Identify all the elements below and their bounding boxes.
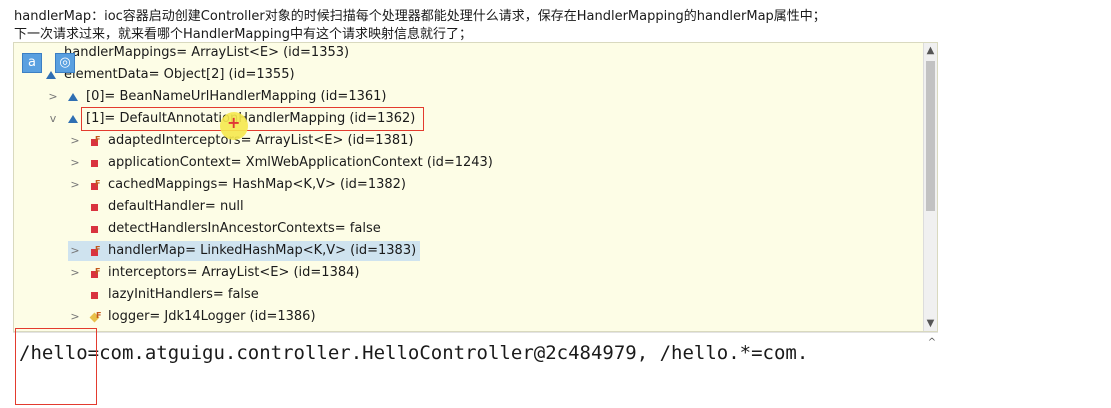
red-square-final-icon (88, 174, 102, 194)
detail-value-text[interactable]: /hello=com.atguigu.controller.HelloContr… (19, 341, 808, 365)
tree-row-label: logger= Jdk14Logger (id=1386) (108, 309, 316, 324)
red-square-icon (88, 156, 102, 170)
tree-row-label: handlerMappings= ArrayList<E> (id=1353) (64, 45, 350, 60)
explanation-line-2: 下一次请求过来，就来看哪个HandlerMapping中有这个请求映射信息就行了… (14, 27, 472, 42)
red-square-final-icon (88, 130, 102, 150)
tree-row-logger[interactable]: > logger= Jdk14Logger (id=1386) (68, 306, 316, 327)
tree-row-detect-handlers[interactable]: > detectHandlersInAncestorContexts= fals… (68, 219, 381, 239)
tree-row-handler-map[interactable]: > handlerMap= LinkedHashMap<K,V> (id=138… (68, 240, 421, 261)
chevron-right-icon[interactable]: > (68, 307, 82, 327)
tree-row-label: applicationContext= XmlWebApplicationCon… (108, 155, 493, 170)
tree-row-label: [0]= BeanNameUrlHandlerMapping (id=1361) (86, 89, 387, 104)
tree-row-item-0[interactable]: > [0]= BeanNameUrlHandlerMapping (id=136… (46, 87, 386, 107)
tree-row-label: defaultHandler= null (108, 199, 244, 214)
tree-row-label: handlerMap= LinkedHashMap<K,V> (id=1383) (108, 243, 417, 258)
blue-triangle-icon (66, 112, 80, 126)
chevron-right-icon[interactable]: > (68, 241, 82, 261)
explanation-line-1: handlerMap：ioc容器启动创建Controller对象的时候扫描每个处… (14, 9, 826, 24)
tree-vertical-scrollbar[interactable]: ▲ ▼ (923, 43, 937, 331)
red-square-final-icon (88, 240, 102, 260)
eye-icon: ◎ (59, 55, 71, 70)
chevron-down-icon[interactable]: v (46, 109, 60, 129)
chevron-right-icon[interactable]: > (68, 263, 82, 283)
tree-row-label: lazyInitHandlers= false (108, 287, 259, 302)
variables-tree-panel[interactable]: › handlerMappings= ArrayList<E> (id=1353… (13, 42, 938, 332)
tree-row-label: detectHandlersInAncestorContexts= false (108, 221, 381, 236)
tree-row-handler-mappings[interactable]: › handlerMappings= ArrayList<E> (id=1353… (44, 43, 349, 63)
eye-button[interactable]: ◎ (55, 53, 75, 73)
chevron-right-icon[interactable]: > (68, 175, 82, 195)
scroll-down-icon[interactable]: ▼ (924, 318, 937, 329)
scroll-up-icon[interactable]: ▲ (924, 45, 937, 56)
at-sign-button[interactable]: a (22, 53, 42, 73)
chevron-right-icon[interactable]: > (46, 87, 60, 107)
scroll-thumb[interactable] (926, 61, 935, 211)
tree-row-label: cachedMappings= HashMap<K,V> (id=1382) (108, 177, 406, 192)
chevron-right-icon[interactable]: > (68, 131, 82, 151)
red-square-icon (88, 200, 102, 214)
tree-row-default-handler[interactable]: > defaultHandler= null (68, 197, 244, 217)
chevron-right-icon[interactable]: > (68, 153, 82, 173)
blue-triangle-icon (66, 90, 80, 104)
detail-pane[interactable]: /hello=com.atguigu.controller.HelloContr… (13, 332, 938, 376)
yellow-diamond-static-icon (88, 306, 102, 326)
tree-row-application-context[interactable]: > applicationContext= XmlWebApplicationC… (68, 153, 493, 173)
tree-row-label: interceptors= ArrayList<E> (id=1384) (108, 265, 360, 280)
red-square-icon (88, 288, 102, 302)
tree-row-label: elementData= Object[2] (id=1355) (64, 67, 295, 82)
mouse-cursor-highlight (220, 112, 248, 140)
tree-row-lazy-init[interactable]: > lazyInitHandlers= false (68, 285, 259, 305)
chevron-up-icon[interactable]: ^ (926, 337, 938, 348)
highlight-box-hello (15, 328, 97, 405)
red-square-icon (88, 222, 102, 236)
red-square-final-icon (88, 262, 102, 282)
tree-row-interceptors[interactable]: > interceptors= ArrayList<E> (id=1384) (68, 262, 360, 283)
tree-row-cached-mappings[interactable]: > cachedMappings= HashMap<K,V> (id=1382) (68, 174, 406, 195)
at-sign-icon: a (28, 55, 36, 70)
tree-row-element-data[interactable]: elementData= Object[2] (id=1355) (44, 65, 295, 85)
highlight-box-item-1 (81, 107, 424, 131)
tree-row-label: adaptedInterceptors= ArrayList<E> (id=13… (108, 133, 414, 148)
